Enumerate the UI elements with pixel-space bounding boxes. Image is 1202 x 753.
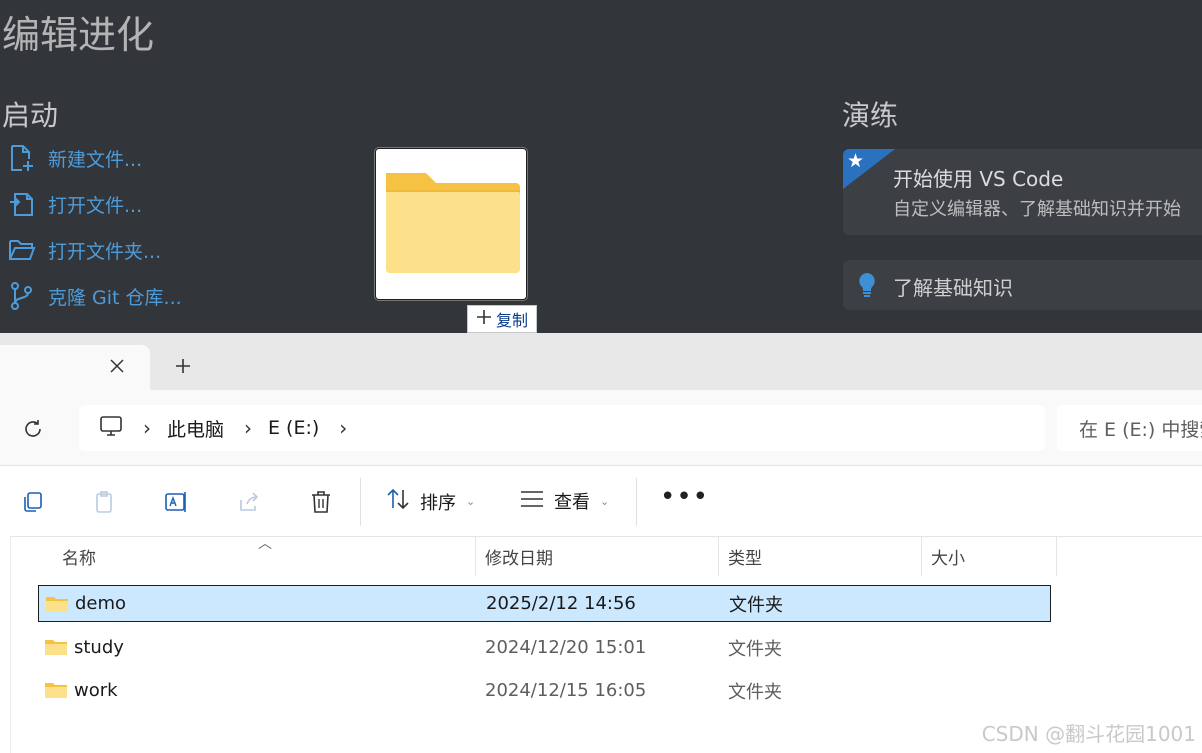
column-header-size[interactable]: 大小 — [931, 536, 965, 576]
vscode-welcome-page: 编辑进化 启动 新建文件... 打开文件... 打开文件夹... 克隆 Git … — [0, 0, 1202, 333]
delete-icon[interactable] — [307, 488, 335, 516]
new-file-label: 新建文件... — [48, 148, 143, 171]
new-file-link[interactable]: 新建文件... — [8, 144, 142, 172]
walkthrough-card-getting-started[interactable]: ★ 开始使用 VS Code 自定义编辑器、了解基础知识并开始 — [843, 149, 1202, 235]
file-type: 文件夹 — [728, 638, 782, 660]
sort-label: 排序 — [420, 492, 456, 514]
paste-icon[interactable] — [91, 488, 119, 516]
copy-icon[interactable] — [19, 488, 47, 516]
toolbar-divider — [360, 478, 361, 526]
clone-git-link[interactable]: 克隆 Git 仓库... — [8, 282, 182, 310]
file-date: 2024/12/15 16:05 — [485, 680, 647, 701]
page-title: 编辑进化 — [2, 13, 155, 57]
column-divider[interactable] — [1056, 536, 1057, 576]
chevron-down-icon: ⌄ — [600, 494, 610, 508]
view-icon — [520, 490, 544, 513]
tab-strip — [0, 333, 1202, 390]
open-file-label: 打开文件... — [48, 194, 143, 217]
file-date: 2024/12/20 15:01 — [485, 637, 647, 658]
command-bar: 排序 ⌄ 查看 ⌄ ••• — [0, 465, 1202, 537]
file-date: 2025/2/12 14:56 — [486, 593, 636, 614]
folder-icon — [45, 595, 69, 617]
plus-icon — [176, 359, 190, 373]
open-folder-label: 打开文件夹... — [48, 240, 162, 263]
share-icon[interactable] — [235, 488, 263, 516]
computer-icon — [99, 415, 123, 441]
sort-icon — [386, 488, 410, 515]
walkthrough-description: 自定义编辑器、了解基础知识并开始 — [893, 199, 1181, 220]
walkthrough2-title: 了解基础知识 — [893, 276, 1013, 300]
watermark: CSDN @翻斗花园1001 — [981, 722, 1196, 746]
clone-git-label: 克隆 Git 仓库... — [48, 286, 182, 309]
view-label: 查看 — [554, 492, 590, 513]
walkthrough-heading: 演练 — [842, 99, 899, 132]
column-header-name[interactable]: 名称 — [62, 536, 96, 576]
file-name: demo — [75, 593, 127, 614]
open-folder-icon — [8, 236, 36, 264]
folder-icon — [386, 173, 520, 273]
address-bar-row: › 此电脑 › E (E:) › 在 E (E:) 中搜索 — [0, 390, 1202, 465]
view-menu-button[interactable]: 查看 ⌄ — [520, 488, 609, 514]
open-file-icon — [8, 190, 36, 218]
git-branch-icon — [8, 282, 36, 310]
column-header-date[interactable]: 修改日期 — [485, 536, 553, 576]
plus-icon — [476, 309, 492, 329]
toolbar-divider — [636, 478, 637, 526]
column-divider[interactable] — [718, 536, 719, 576]
folder-icon — [44, 681, 68, 703]
file-name: study — [74, 637, 124, 658]
breadcrumb-this-pc[interactable]: 此电脑 — [167, 415, 224, 442]
file-explorer-window: › 此电脑 › E (E:) › 在 E (E:) 中搜索 排序 — [0, 333, 1202, 753]
open-file-link[interactable]: 打开文件... — [8, 190, 142, 218]
open-folder-link[interactable]: 打开文件夹... — [8, 236, 161, 264]
walkthrough-card-fundamentals[interactable]: 了解基础知识 — [843, 260, 1202, 310]
star-icon: ★ — [847, 150, 865, 172]
new-file-icon — [8, 144, 36, 172]
file-type: 文件夹 — [728, 681, 782, 703]
refresh-icon[interactable] — [22, 418, 44, 444]
start-heading: 启动 — [2, 99, 59, 132]
lightbulb-icon — [857, 272, 877, 302]
column-header-type[interactable]: 类型 — [728, 536, 762, 576]
copy-label: 复制 — [496, 311, 529, 330]
column-divider[interactable] — [475, 536, 476, 576]
rename-icon[interactable] — [163, 488, 191, 516]
chevron-right-icon[interactable]: › — [244, 416, 252, 440]
chevron-down-icon: ⌄ — [466, 495, 476, 508]
table-row[interactable]: work 2024/12/15 16:05 文件夹 — [38, 672, 1051, 709]
sort-ascending-icon: ︿ — [258, 536, 272, 552]
file-name: work — [74, 680, 118, 701]
address-bar[interactable]: › 此电脑 › E (E:) › — [79, 405, 1045, 451]
breadcrumb-drive-e[interactable]: E (E:) — [268, 417, 319, 439]
chevron-right-icon[interactable]: › — [339, 416, 347, 440]
drag-copy-tooltip: 复制 — [467, 305, 538, 333]
chevron-right-icon[interactable]: › — [143, 416, 151, 440]
table-row[interactable]: study 2024/12/20 15:01 文件夹 — [38, 629, 1051, 666]
close-icon[interactable] — [106, 355, 128, 377]
more-icon[interactable]: ••• — [660, 482, 709, 512]
file-type: 文件夹 — [729, 594, 783, 616]
folder-icon — [44, 638, 68, 660]
table-row[interactable]: demo 2025/2/12 14:56 文件夹 — [38, 585, 1051, 622]
search-input[interactable]: 在 E (E:) 中搜索 — [1057, 405, 1202, 451]
walkthrough-title: 开始使用 VS Code — [893, 167, 1064, 191]
dragged-folder-preview — [375, 148, 527, 300]
column-header-row: ︿ 名称 修改日期 类型 大小 — [0, 536, 1202, 576]
sort-menu-button[interactable]: 排序 ⌄ — [386, 488, 475, 515]
new-tab-button[interactable] — [172, 355, 194, 377]
column-divider[interactable] — [921, 536, 922, 576]
